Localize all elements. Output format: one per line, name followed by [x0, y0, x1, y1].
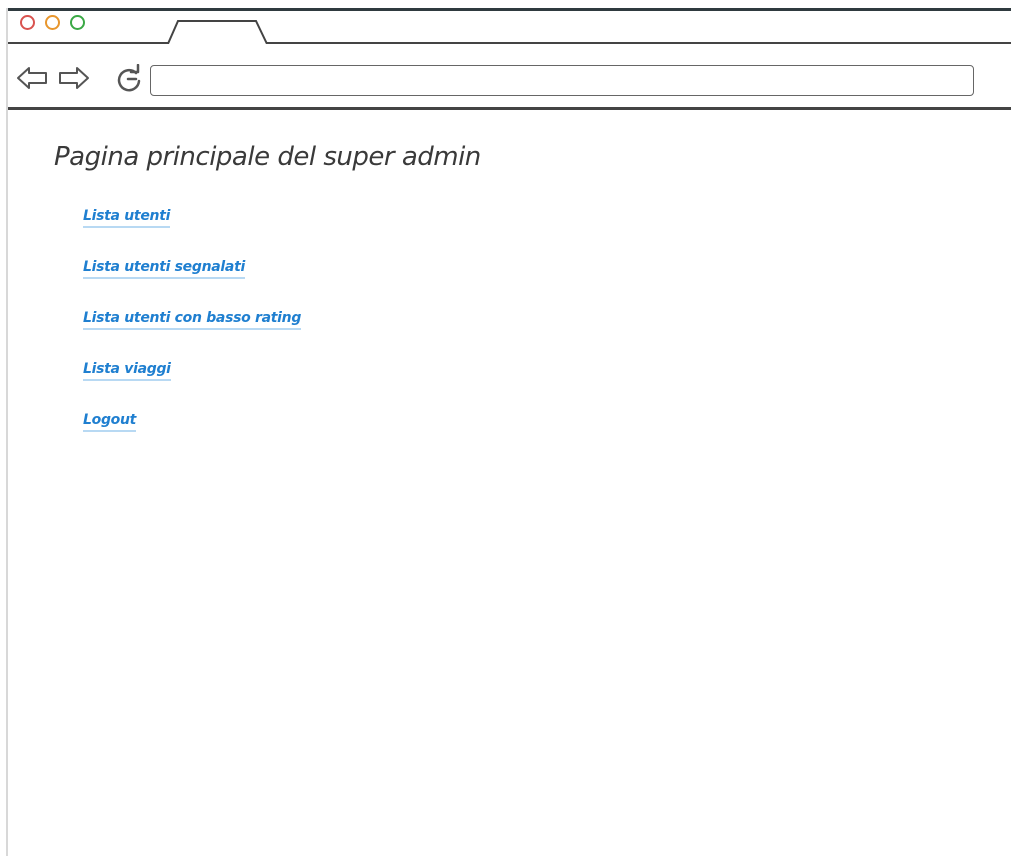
reload-icon[interactable] — [114, 64, 144, 94]
browser-toolbar — [8, 44, 1011, 110]
lista-utenti-basso-rating-link[interactable]: Lista utenti con basso rating — [83, 310, 301, 330]
menu-item: Lista utenti segnalati — [83, 256, 301, 307]
close-window-button[interactable] — [20, 15, 35, 30]
logout-link[interactable]: Logout — [83, 412, 136, 432]
menu-item: Lista utenti — [83, 205, 301, 256]
tab-bar — [8, 8, 1011, 46]
address-bar-input[interactable] — [150, 65, 974, 96]
page-title: Pagina principale del super admin — [54, 142, 481, 172]
maximize-window-button[interactable] — [70, 15, 85, 30]
back-arrow-icon[interactable] — [16, 66, 48, 90]
browser-window: Pagina principale del super admin Lista … — [6, 8, 1011, 856]
page-content: Pagina principale del super admin Lista … — [8, 110, 1011, 856]
lista-viaggi-link[interactable]: Lista viaggi — [83, 361, 171, 381]
admin-menu-list: Lista utenti Lista utenti segnalati List… — [83, 205, 301, 460]
minimize-window-button[interactable] — [45, 15, 60, 30]
forward-arrow-icon[interactable] — [58, 66, 90, 90]
lista-utenti-segnalati-link[interactable]: Lista utenti segnalati — [83, 259, 245, 279]
menu-item: Lista viaggi — [83, 358, 301, 409]
menu-item: Lista utenti con basso rating — [83, 307, 301, 358]
browser-tab[interactable] — [166, 19, 270, 46]
menu-item: Logout — [83, 409, 301, 460]
lista-utenti-link[interactable]: Lista utenti — [83, 208, 170, 228]
